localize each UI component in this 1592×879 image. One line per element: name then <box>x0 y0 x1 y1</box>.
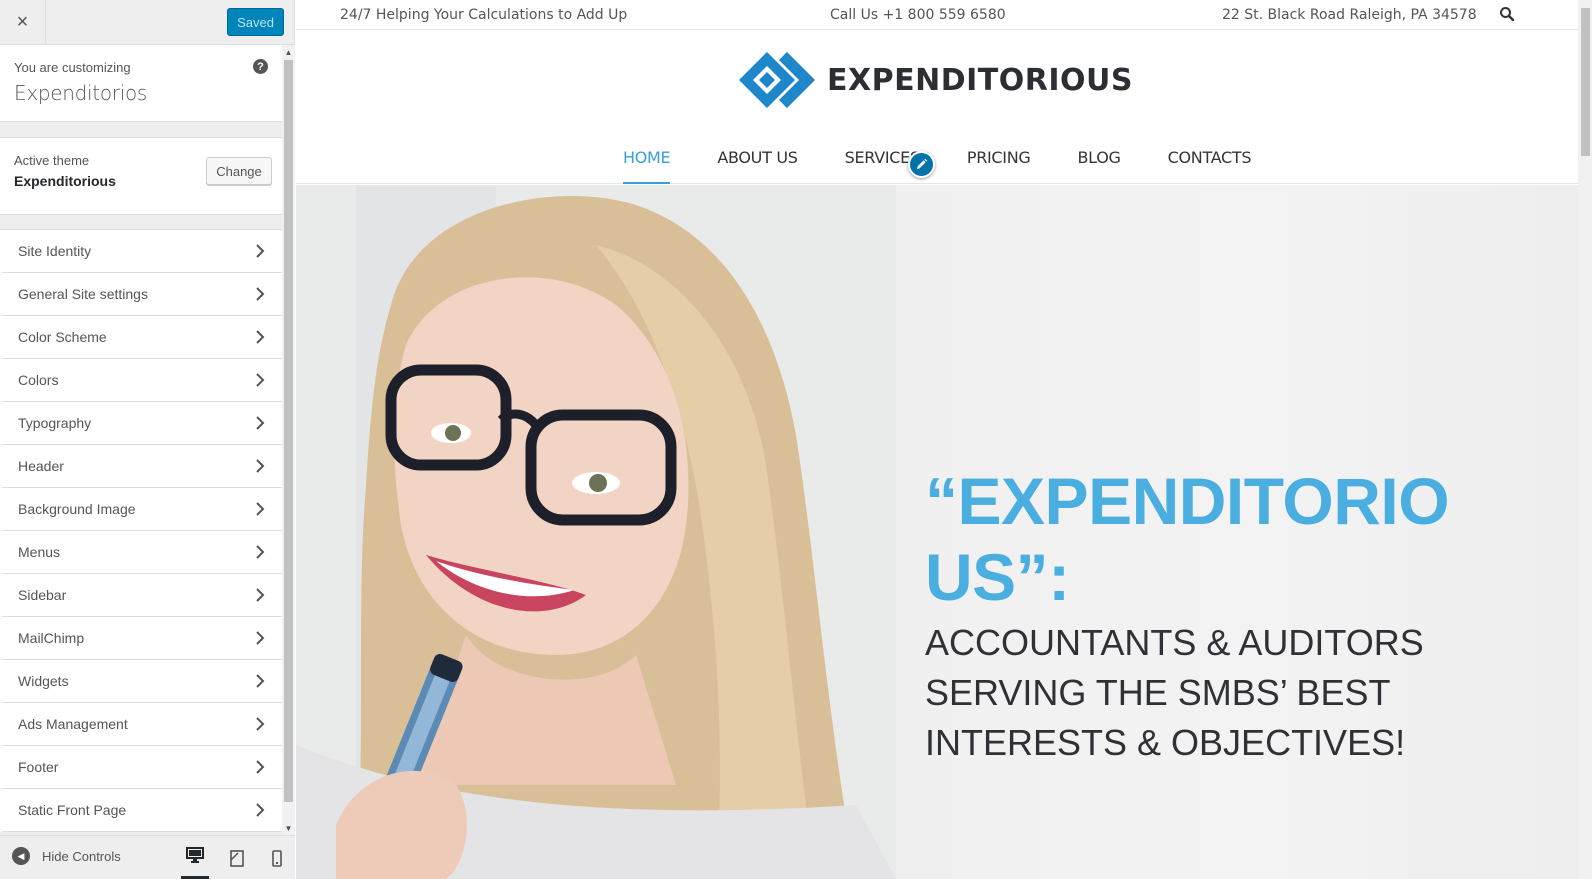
scroll-up-arrow-icon[interactable]: ▲ <box>282 45 295 59</box>
chevron-right-icon <box>256 459 265 473</box>
tablet-icon[interactable] <box>223 845 251 871</box>
section-label: Static Front Page <box>18 802 127 818</box>
chevron-right-icon <box>256 674 265 688</box>
customizing-label: You are customizing <box>14 60 131 75</box>
section-label: General Site settings <box>18 286 148 302</box>
customizer-section-item[interactable]: Background Image <box>0 488 282 531</box>
hero-portrait-image <box>296 185 896 879</box>
chevron-right-icon <box>256 244 265 258</box>
nav-item[interactable]: BLOG <box>1078 148 1121 184</box>
customizer-section-item[interactable]: Ads Management <box>0 703 282 746</box>
close-icon[interactable]: × <box>0 0 46 44</box>
customizer-section-item[interactable]: Sidebar <box>0 574 282 617</box>
hide-controls-label: Hide Controls <box>42 848 121 864</box>
customizer-section-item[interactable]: MailChimp <box>0 617 282 660</box>
section-label: MailChimp <box>18 630 85 646</box>
preview-scrollbar[interactable] <box>1578 0 1592 879</box>
section-label: Sidebar <box>18 587 67 603</box>
hero-title: “EXPENDITORIOUS”: <box>925 464 1450 614</box>
chevron-right-icon <box>256 373 265 387</box>
active-theme-panel: Active theme Expenditorious Change <box>0 137 282 215</box>
customizer-section-item[interactable]: General Site settings <box>0 273 282 316</box>
section-label: Ads Management <box>18 716 128 732</box>
customizer-info: You are customizing Expenditorios ? <box>0 45 282 122</box>
address: 22 St. Black Road Raleigh, PA 34578 <box>1222 7 1477 23</box>
phone-number[interactable]: Call Us +1 800 559 6580 <box>830 7 1006 23</box>
customizer-section-item[interactable]: Header <box>0 445 282 488</box>
change-theme-button[interactable]: Change <box>206 157 272 185</box>
customizer-section-item[interactable]: Static Front Page <box>0 789 282 832</box>
chevron-right-icon <box>256 760 265 774</box>
nav-item[interactable]: PRICING <box>967 148 1031 184</box>
logo-mark-icon <box>739 52 815 108</box>
main-navigation: HOME ABOUT US SERVICES PRICING BLOG CONTACTS <box>623 148 1298 184</box>
customizer-sections: Site Identity General Site settings Color … <box>0 229 282 832</box>
customizer-header: × Saved <box>0 0 294 45</box>
site-title: Expenditorios <box>14 81 148 105</box>
desktop-icon[interactable] <box>181 845 209 879</box>
section-label: Background Image <box>18 501 136 517</box>
tagline: 24/7 Helping Your Calculations to Add Up <box>340 7 628 23</box>
scroll-down-arrow-icon[interactable]: ▼ <box>282 821 295 835</box>
customizer-section-item[interactable]: Site Identity <box>0 230 282 273</box>
customizer-scrollbar[interactable]: ▲ ▼ <box>282 45 295 835</box>
saved-button[interactable]: Saved <box>227 8 284 36</box>
chevron-right-icon <box>256 545 265 559</box>
customizer-section-item[interactable]: Color Scheme <box>0 316 282 359</box>
section-label: Widgets <box>18 673 69 689</box>
site-preview: 24/7 Helping Your Calculations to Add Up… <box>296 0 1578 879</box>
site-logo[interactable]: EXPENDITORIOUS <box>739 52 1133 108</box>
chevron-right-icon <box>256 803 265 817</box>
hero-section: “EXPENDITORIOUS”: ACCOUNTANTS & AUDITORS… <box>296 185 1578 879</box>
section-label: Colors <box>18 372 59 388</box>
section-label: Color Scheme <box>18 329 107 345</box>
section-label: Footer <box>18 759 59 775</box>
help-icon[interactable]: ? <box>253 59 268 74</box>
nav-item[interactable]: CONTACTS <box>1168 148 1252 184</box>
hero-subtitle: ACCOUNTANTS & AUDITORS SERVING THE SMBS’… <box>925 622 1424 763</box>
chevron-right-icon <box>256 631 265 645</box>
customizer-scroll-area: You are customizing Expenditorios ? Acti… <box>0 45 282 835</box>
chevron-right-icon <box>256 588 265 602</box>
customizer-footer: ◀ Hide Controls <box>0 835 295 879</box>
chevron-right-icon <box>256 287 265 301</box>
nav-item[interactable]: ABOUT US <box>717 148 798 184</box>
customizer-section-item[interactable]: Footer <box>0 746 282 789</box>
chevron-right-icon <box>256 717 265 731</box>
mobile-icon[interactable] <box>263 845 291 871</box>
hide-controls-button[interactable]: ◀ Hide Controls <box>12 847 121 865</box>
top-bar: 24/7 Helping Your Calculations to Add Up… <box>296 0 1578 30</box>
section-label: Site Identity <box>18 243 92 259</box>
logo-text: EXPENDITORIOUS <box>827 62 1133 98</box>
scrollbar-thumb[interactable] <box>284 60 293 802</box>
customizer-section-item[interactable]: Colors <box>0 359 282 402</box>
customizer-section-item[interactable]: Menus <box>0 531 282 574</box>
section-label: Menus <box>18 544 61 560</box>
section-label: Header <box>18 458 64 474</box>
search-icon[interactable] <box>1499 6 1515 22</box>
collapse-arrow-icon: ◀ <box>12 847 30 865</box>
site-header: EXPENDITORIOUS HOME ABOUT US SERVICES PRICI… <box>296 30 1578 184</box>
customizer-panel: × Saved You are customizing Expenditorio… <box>0 0 295 879</box>
preview-scrollbar-thumb[interactable] <box>1581 8 1590 156</box>
chevron-right-icon <box>256 502 265 516</box>
chevron-right-icon <box>256 416 265 430</box>
customizer-section-item[interactable]: Widgets <box>0 660 282 703</box>
customizer-section-item[interactable]: Typography <box>0 402 282 445</box>
chevron-right-icon <box>256 330 265 344</box>
section-label: Typography <box>18 415 92 431</box>
nav-item[interactable]: HOME <box>623 148 671 184</box>
edit-shortcut-pencil-icon[interactable] <box>908 151 935 178</box>
